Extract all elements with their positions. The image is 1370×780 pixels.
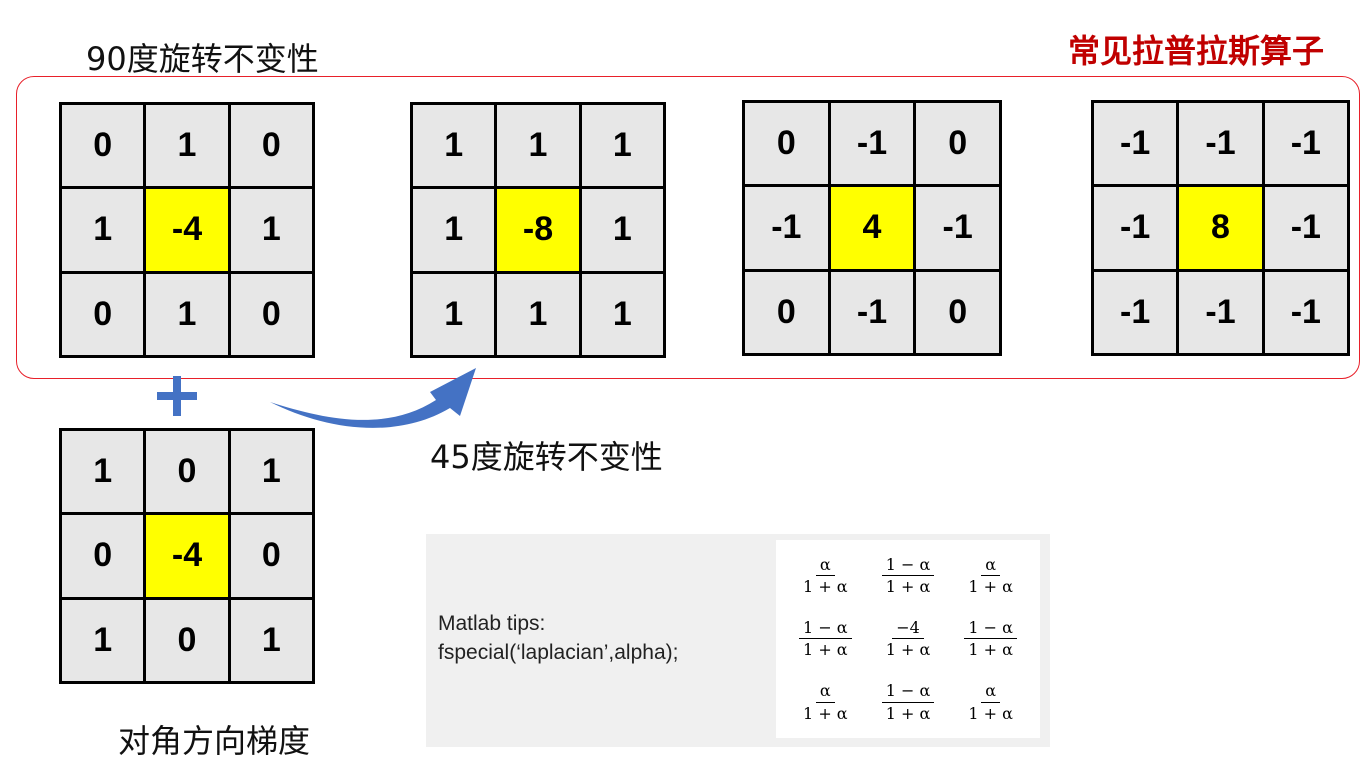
kernel-cell: 1 [581, 189, 663, 271]
kernel-45: 1 1 1 1 -8 1 1 1 1 [410, 102, 666, 358]
kernel-cell: 0 [745, 271, 828, 353]
formula-fraction: 1 − α1 + α [867, 671, 950, 734]
kernel-center-cell: -4 [146, 189, 228, 271]
kernel-cell: -1 [1094, 103, 1177, 185]
kernel-cell: -1 [1094, 187, 1177, 269]
fraction-numerator: −4 [892, 619, 924, 640]
kernel-cell: 1 [146, 273, 228, 355]
formula-fraction: α1 + α [949, 671, 1032, 734]
kernel-center-cell: 4 [830, 187, 914, 269]
kernel-cell: 0 [230, 105, 312, 187]
kernel-cell: -1 [745, 187, 828, 269]
fraction-numerator: 1 − α [881, 555, 935, 577]
kernel-cell: 1 [413, 105, 495, 187]
kernel-cell: 1 [62, 189, 144, 271]
kernel-cell: -1 [1264, 187, 1347, 269]
formula-fraction: α1 + α [784, 544, 867, 607]
kernel-cell: 1 [230, 189, 312, 271]
label-90-rotation-invariance: 90度旋转不变性 [86, 40, 319, 78]
kernel-cell: 1 [581, 273, 663, 355]
kernel-cell: 1 [413, 273, 495, 355]
kernel-cell: 1 [413, 189, 495, 271]
label-common-laplacian-operators: 常见拉普拉斯算子 [1068, 32, 1325, 70]
kernel-cell: -1 [1179, 103, 1262, 185]
fraction-denominator: 1 + α [968, 703, 1013, 723]
fraction-numerator: 1 − α [881, 682, 935, 703]
fraction-denominator: 1 + α [968, 577, 1013, 597]
kernel-45-negative: -1 -1 -1 -1 8 -1 -1 -1 -1 [1091, 100, 1350, 356]
fraction-numerator: 1 − α [964, 619, 1017, 640]
formula-fraction: α1 + α [784, 671, 867, 734]
fraction-numerator: α [981, 682, 1001, 703]
kernel-center-cell: -8 [497, 189, 579, 271]
kernel-cell: 0 [62, 105, 144, 187]
formula-fraction: 1 − α1 + α [784, 607, 867, 670]
fraction-numerator: α [981, 555, 1001, 577]
kernel-cell: 0 [230, 273, 312, 355]
kernel-cell: 0 [62, 515, 144, 597]
fraction-numerator: 1 − α [799, 619, 852, 640]
fraction-numerator: α [815, 555, 835, 577]
kernel-cell: -1 [1264, 103, 1347, 185]
fraction-denominator: 1 + α [803, 640, 848, 660]
formula-fraction: 1 − α1 + α [949, 607, 1032, 670]
kernel-cell: 0 [146, 431, 228, 513]
fraction-denominator: 1 + α [885, 577, 931, 597]
kernel-cell: 0 [916, 103, 999, 185]
fspecial-formula-matrix: α1 + α1 − α1 + αα1 + α1 − α1 + α −4 1 + α1… [776, 540, 1040, 738]
kernel-90: 0 1 0 1 -4 1 0 1 0 [59, 102, 315, 358]
kernel-cell: 0 [916, 271, 999, 353]
kernel-cell: 0 [230, 515, 312, 597]
kernel-cell: 1 [62, 431, 144, 513]
kernel-cell: -1 [916, 187, 999, 269]
fraction-denominator: 1 + α [803, 577, 848, 597]
fraction-denominator: 1 + α [968, 640, 1013, 660]
kernel-cell: -1 [1264, 271, 1347, 353]
kernel-cell: -1 [830, 103, 914, 185]
kernel-cell: 1 [230, 431, 312, 513]
kernel-90-negative: 0 -1 0 -1 4 -1 0 -1 0 [742, 100, 1002, 356]
kernel-center-cell: 8 [1179, 187, 1262, 269]
kernel-cell: 0 [62, 273, 144, 355]
formula-fraction: −4 1 + α [867, 607, 950, 670]
kernel-cell: -1 [830, 271, 914, 353]
kernel-cell: 1 [497, 105, 579, 187]
kernel-cell: 1 [146, 105, 228, 187]
kernel-diagonal: 1 0 1 0 -4 0 1 0 1 [59, 428, 315, 684]
fraction-numerator: α [815, 682, 835, 703]
kernel-cell: 0 [745, 103, 828, 185]
fraction-denominator: 1 + α [885, 640, 931, 660]
kernel-cell: 1 [62, 599, 144, 681]
kernel-cell: 1 [581, 105, 663, 187]
label-diagonal-gradient: 对角方向梯度 [118, 722, 311, 760]
kernel-cell: -1 [1094, 271, 1177, 353]
kernel-cell: -1 [1179, 271, 1262, 353]
kernel-cell: 0 [146, 599, 228, 681]
curved-arrow-icon [270, 368, 476, 428]
kernel-center-cell: -4 [146, 515, 228, 597]
fraction-denominator: 1 + α [803, 703, 848, 723]
formula-fraction: α1 + α [949, 544, 1032, 607]
fraction-denominator: 1 + α [885, 703, 931, 723]
matlab-tips-label: Matlab tips: [438, 612, 546, 635]
plus-icon [157, 376, 197, 416]
kernel-cell: 1 [497, 273, 579, 355]
matlab-tips-code: fspecial(‘laplacian’,alpha); [438, 641, 679, 664]
kernel-cell: 1 [230, 599, 312, 681]
formula-fraction: 1 − α1 + α [867, 544, 950, 607]
